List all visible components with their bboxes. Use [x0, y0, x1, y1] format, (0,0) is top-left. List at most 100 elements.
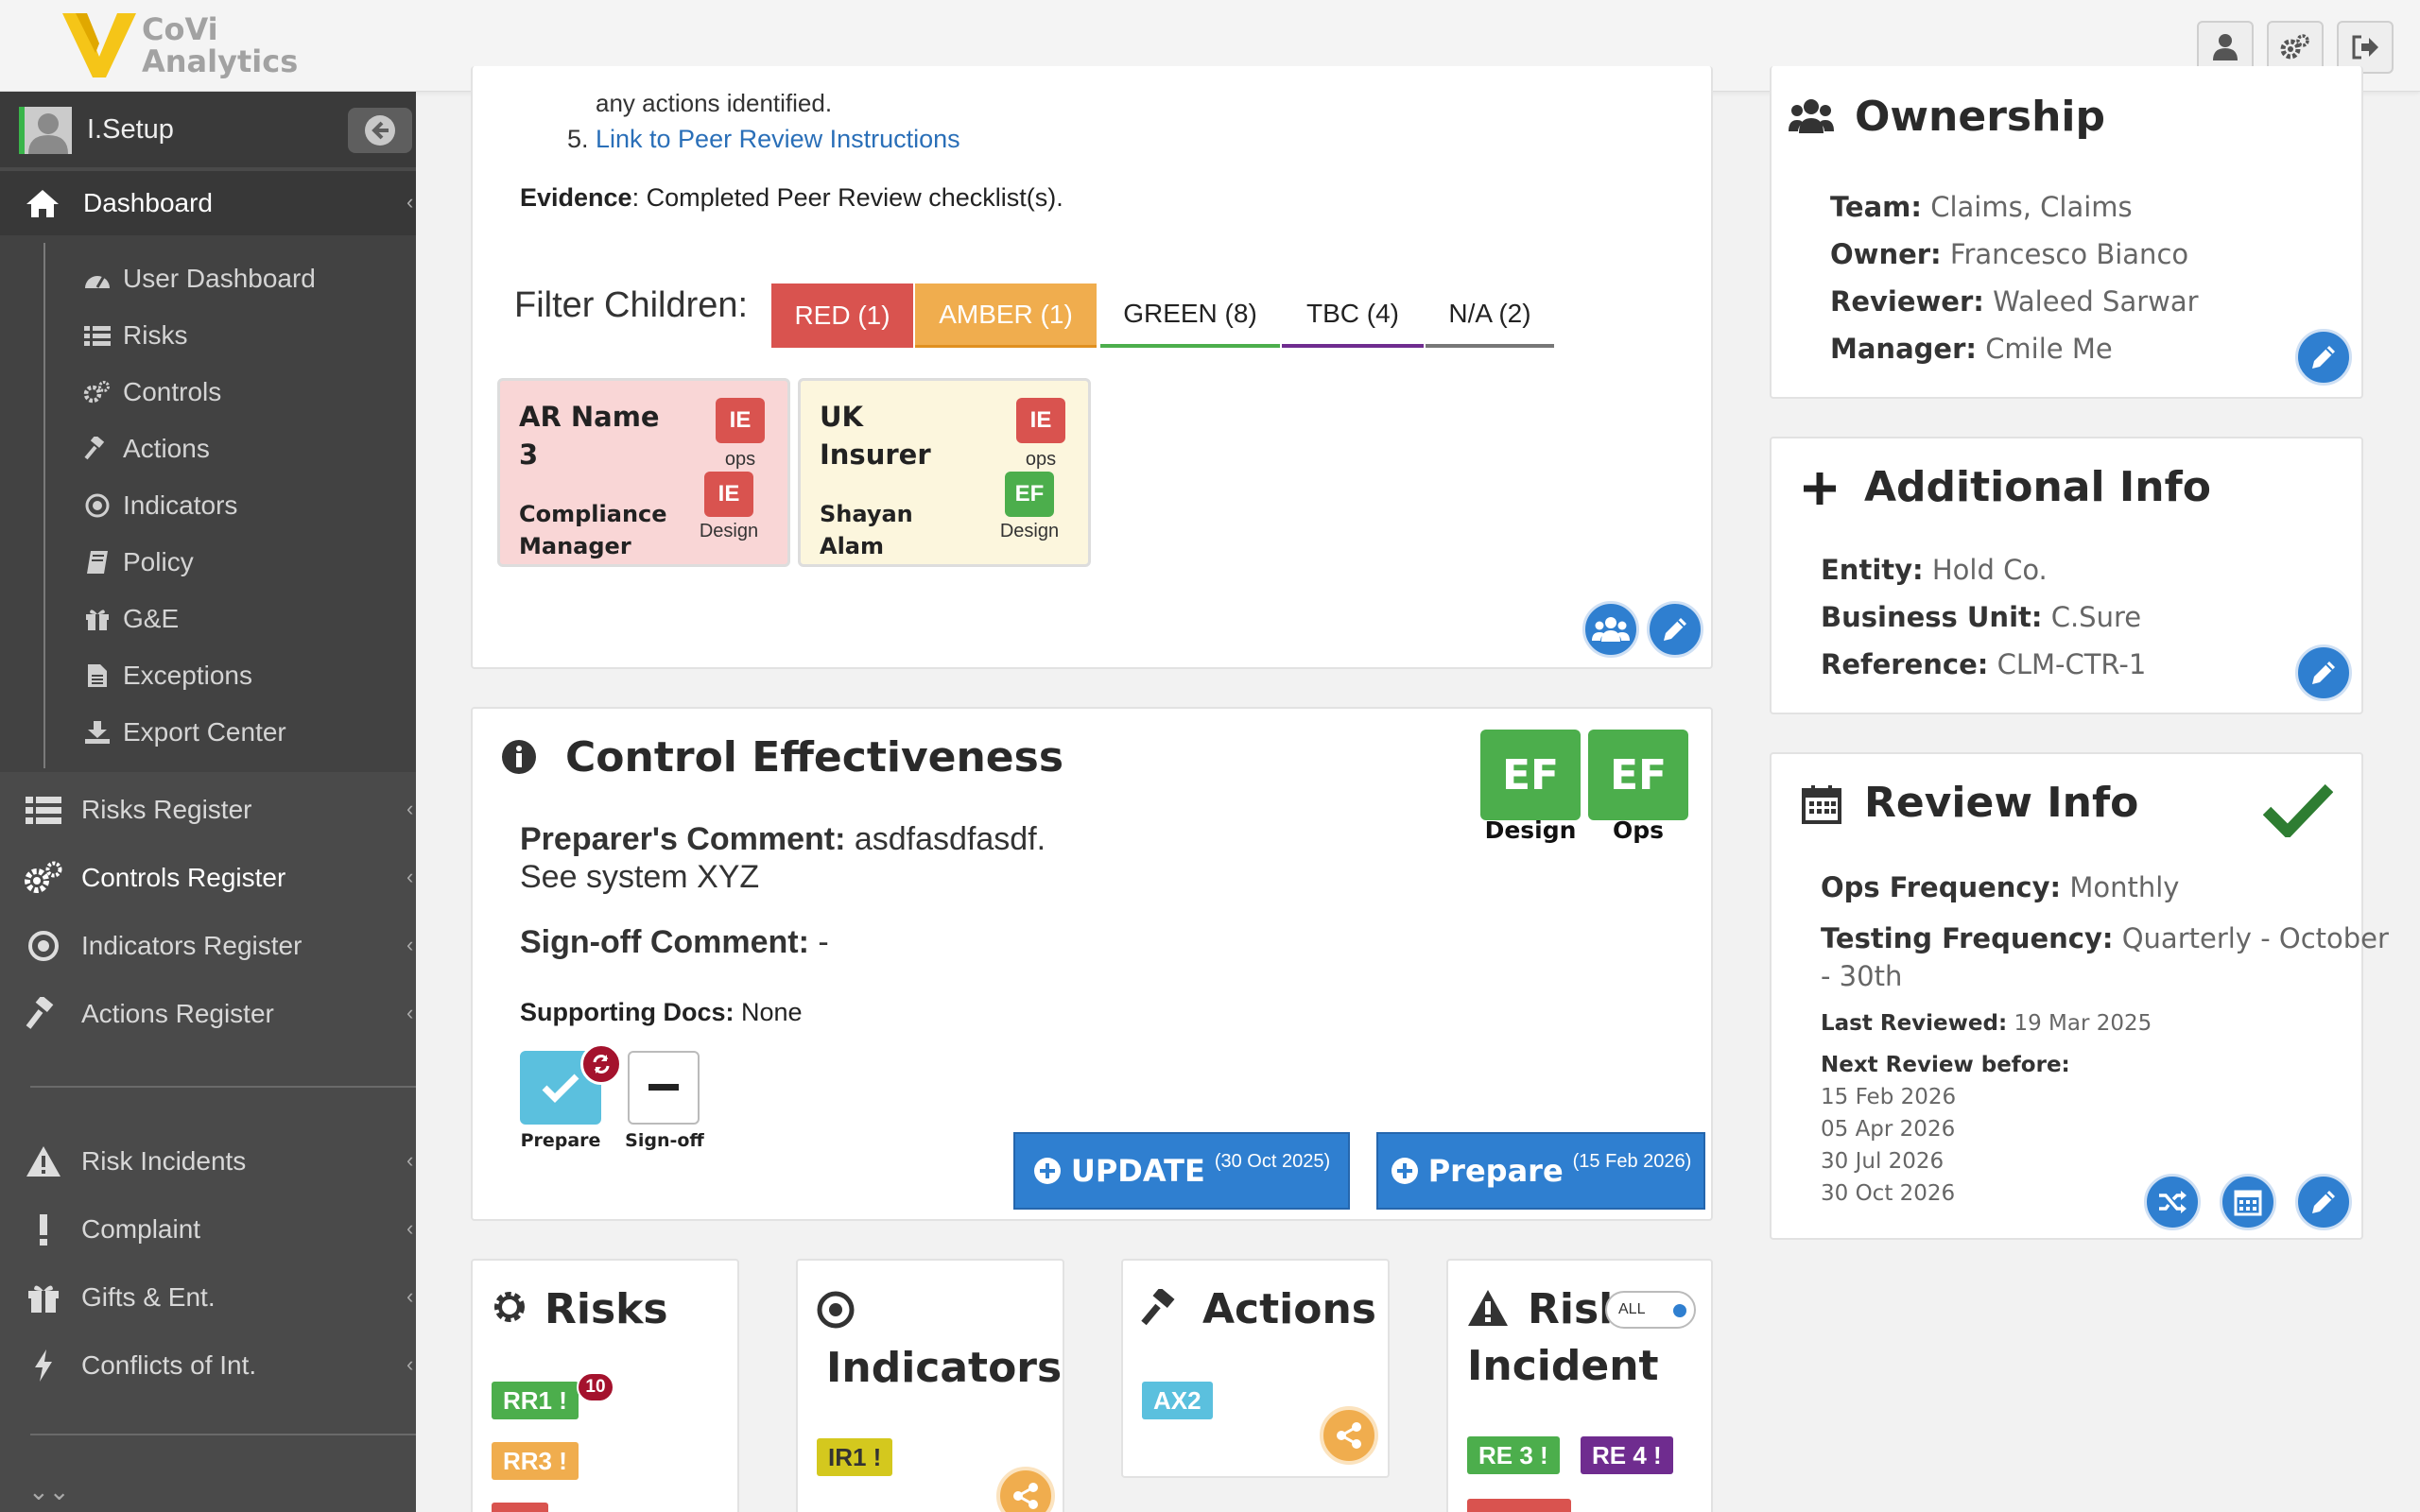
refresh-badge: [580, 1043, 622, 1085]
team-button[interactable]: [1582, 601, 1639, 658]
user-row: I.Setup: [0, 92, 416, 167]
logout-icon: [2352, 35, 2378, 60]
next-review-date: 15 Feb 2026: [1821, 1085, 1957, 1109]
sidebar-item-actions[interactable]: Actions: [81, 430, 210, 468]
share-button[interactable]: [996, 1467, 1055, 1512]
sidebar-item-controls[interactable]: Controls: [81, 373, 221, 411]
risk-pill[interactable]: RR3 !: [492, 1442, 579, 1480]
checkmark-icon: [2263, 783, 2333, 837]
nav-complaint[interactable]: Complaint: [23, 1209, 200, 1250]
risk-count-badge: 10: [577, 1372, 614, 1402]
share-icon: [1013, 1483, 1038, 1509]
incident-pill-partial[interactable]: [1467, 1499, 1571, 1512]
download-icon: [85, 721, 110, 744]
gift-icon: [28, 1285, 59, 1313]
nav-conflicts[interactable]: Conflicts of Int.: [23, 1345, 256, 1386]
dot-circle-icon: [817, 1291, 855, 1329]
arrow-left-circle-icon: [365, 115, 395, 146]
preparer-comment: Preparer's Comment: asdfasdfasdf. See sys…: [520, 821, 1046, 895]
sidebar-item-risks[interactable]: Risks: [81, 317, 187, 354]
evidence-row: Evidence: Completed Peer Review checklis…: [520, 183, 1063, 212]
settings-icon: [2280, 34, 2309, 60]
risk-pill[interactable]: RR1 !: [492, 1382, 579, 1419]
caret: ‹: [406, 1001, 414, 1024]
action-pill[interactable]: AX2: [1142, 1382, 1213, 1419]
nav-dashboard[interactable]: Dashboard ‹: [0, 171, 416, 235]
next-review-date: 05 Apr 2026: [1821, 1117, 1956, 1142]
edit-ownership-button[interactable]: [2295, 329, 2352, 386]
plus-circle-icon: [1033, 1158, 1061, 1184]
nav-actions-register[interactable]: Actions Register: [23, 993, 274, 1035]
instruction-number: 5.: [567, 125, 589, 153]
caret: ‹: [406, 1148, 414, 1172]
dot-circle-icon: [28, 931, 59, 961]
gavel-icon: [84, 437, 105, 460]
warning-icon: [1468, 1290, 1508, 1326]
list-icon: [26, 797, 61, 824]
control-details-card: any actions identified. 5. Link to Peer …: [471, 66, 1713, 669]
incident-pill[interactable]: RE 4 !: [1581, 1436, 1673, 1474]
more-chevron-icon: ⌄⌄: [28, 1477, 70, 1505]
share-button[interactable]: [1320, 1406, 1378, 1465]
calendar-icon: [2234, 1190, 2262, 1216]
nav-indicators-register[interactable]: Indicators Register: [23, 925, 302, 967]
refresh-icon: [593, 1055, 610, 1074]
edit-button[interactable]: [1647, 601, 1703, 658]
pencil-icon: [2312, 1191, 2335, 1213]
card-title: Indicators: [826, 1344, 1063, 1392]
design-effectiveness-badge: EF: [1480, 730, 1581, 820]
prepare-button[interactable]: Prepare (15 Feb 2026): [1376, 1132, 1705, 1210]
filter-tab-na[interactable]: N/A (2): [1426, 284, 1554, 348]
caret: ‹: [406, 865, 414, 888]
sidebar-item-exceptions[interactable]: Exceptions: [81, 657, 252, 695]
nav-risk-incidents[interactable]: Risk Incidents: [23, 1141, 246, 1182]
collapse-sidebar-button[interactable]: [348, 108, 412, 153]
card-title: Actions: [1202, 1285, 1376, 1333]
risks-card: Risks RR1 ! 10 RR3 !: [471, 1259, 739, 1512]
child-card[interactable]: UK Insurer Shayan Alam IE ops EF Design: [798, 378, 1091, 567]
sidebar-item-export-center[interactable]: Export Center: [81, 713, 286, 751]
info-circle-icon: [502, 740, 536, 774]
entity-row: Entity: Hold Co.: [1821, 554, 2048, 586]
plus-icon: [1804, 472, 1836, 505]
sidebar-item-policy[interactable]: Policy: [81, 543, 194, 581]
bolt-icon: [35, 1349, 52, 1382]
calendar-button[interactable]: [2220, 1174, 2276, 1230]
child-card[interactable]: AR Name 3 Compliance Manager IE ops IE Des…: [497, 378, 790, 567]
filter-tab-amber[interactable]: AMBER (1): [915, 284, 1097, 348]
all-toggle[interactable]: ALL: [1605, 1291, 1696, 1329]
book-icon: [87, 551, 108, 574]
instruction-line: any actions identified.: [596, 89, 833, 117]
next-review-date: 30 Oct 2026: [1821, 1181, 1956, 1206]
nav-controls-register[interactable]: Controls Register: [23, 857, 285, 899]
update-button[interactable]: UPDATE (30 Oct 2025): [1013, 1132, 1350, 1210]
edit-review-button[interactable]: [2295, 1174, 2352, 1230]
nav-gifts[interactable]: Gifts & Ent.: [23, 1277, 216, 1318]
sidebar-item-indicators[interactable]: Indicators: [81, 487, 237, 524]
nav-risks-register[interactable]: Risks Register: [23, 789, 251, 831]
filter-tab-green[interactable]: GREEN (8): [1100, 284, 1280, 348]
incident-pill[interactable]: RE 3 !: [1467, 1436, 1560, 1474]
ops-status-chip: IE: [1016, 398, 1065, 443]
users-icon: [1592, 617, 1630, 642]
prepare-caption: Prepare: [520, 1130, 601, 1151]
edit-additional-button[interactable]: [2295, 644, 2352, 701]
cogs-icon: [83, 381, 110, 404]
indicator-pill[interactable]: IR1 !: [817, 1438, 893, 1476]
cog-icon: [494, 1292, 525, 1322]
pencil-icon: [2312, 662, 2335, 684]
signoff-status-button[interactable]: [628, 1051, 700, 1125]
filter-tab-red[interactable]: RED (1): [771, 284, 913, 348]
caret: ‹: [406, 1284, 414, 1308]
peer-review-link[interactable]: Link to Peer Review Instructions: [596, 125, 960, 154]
filter-tab-tbc[interactable]: TBC (4): [1282, 284, 1424, 348]
share-icon: [1337, 1422, 1361, 1449]
last-reviewed-row: Last Reviewed: 19 Mar 2025: [1821, 1011, 2152, 1036]
sidebar-item-user-dashboard[interactable]: User Dashboard: [81, 260, 316, 298]
card-title: Additional Info: [1864, 463, 2211, 511]
sidebar-item-ge[interactable]: G&E: [81, 600, 179, 638]
indicators-card: Indicators IR1 !: [796, 1259, 1064, 1512]
gavel-icon: [26, 997, 54, 1029]
risk-pill-partial[interactable]: [492, 1503, 548, 1512]
shuffle-button[interactable]: [2144, 1174, 2201, 1230]
